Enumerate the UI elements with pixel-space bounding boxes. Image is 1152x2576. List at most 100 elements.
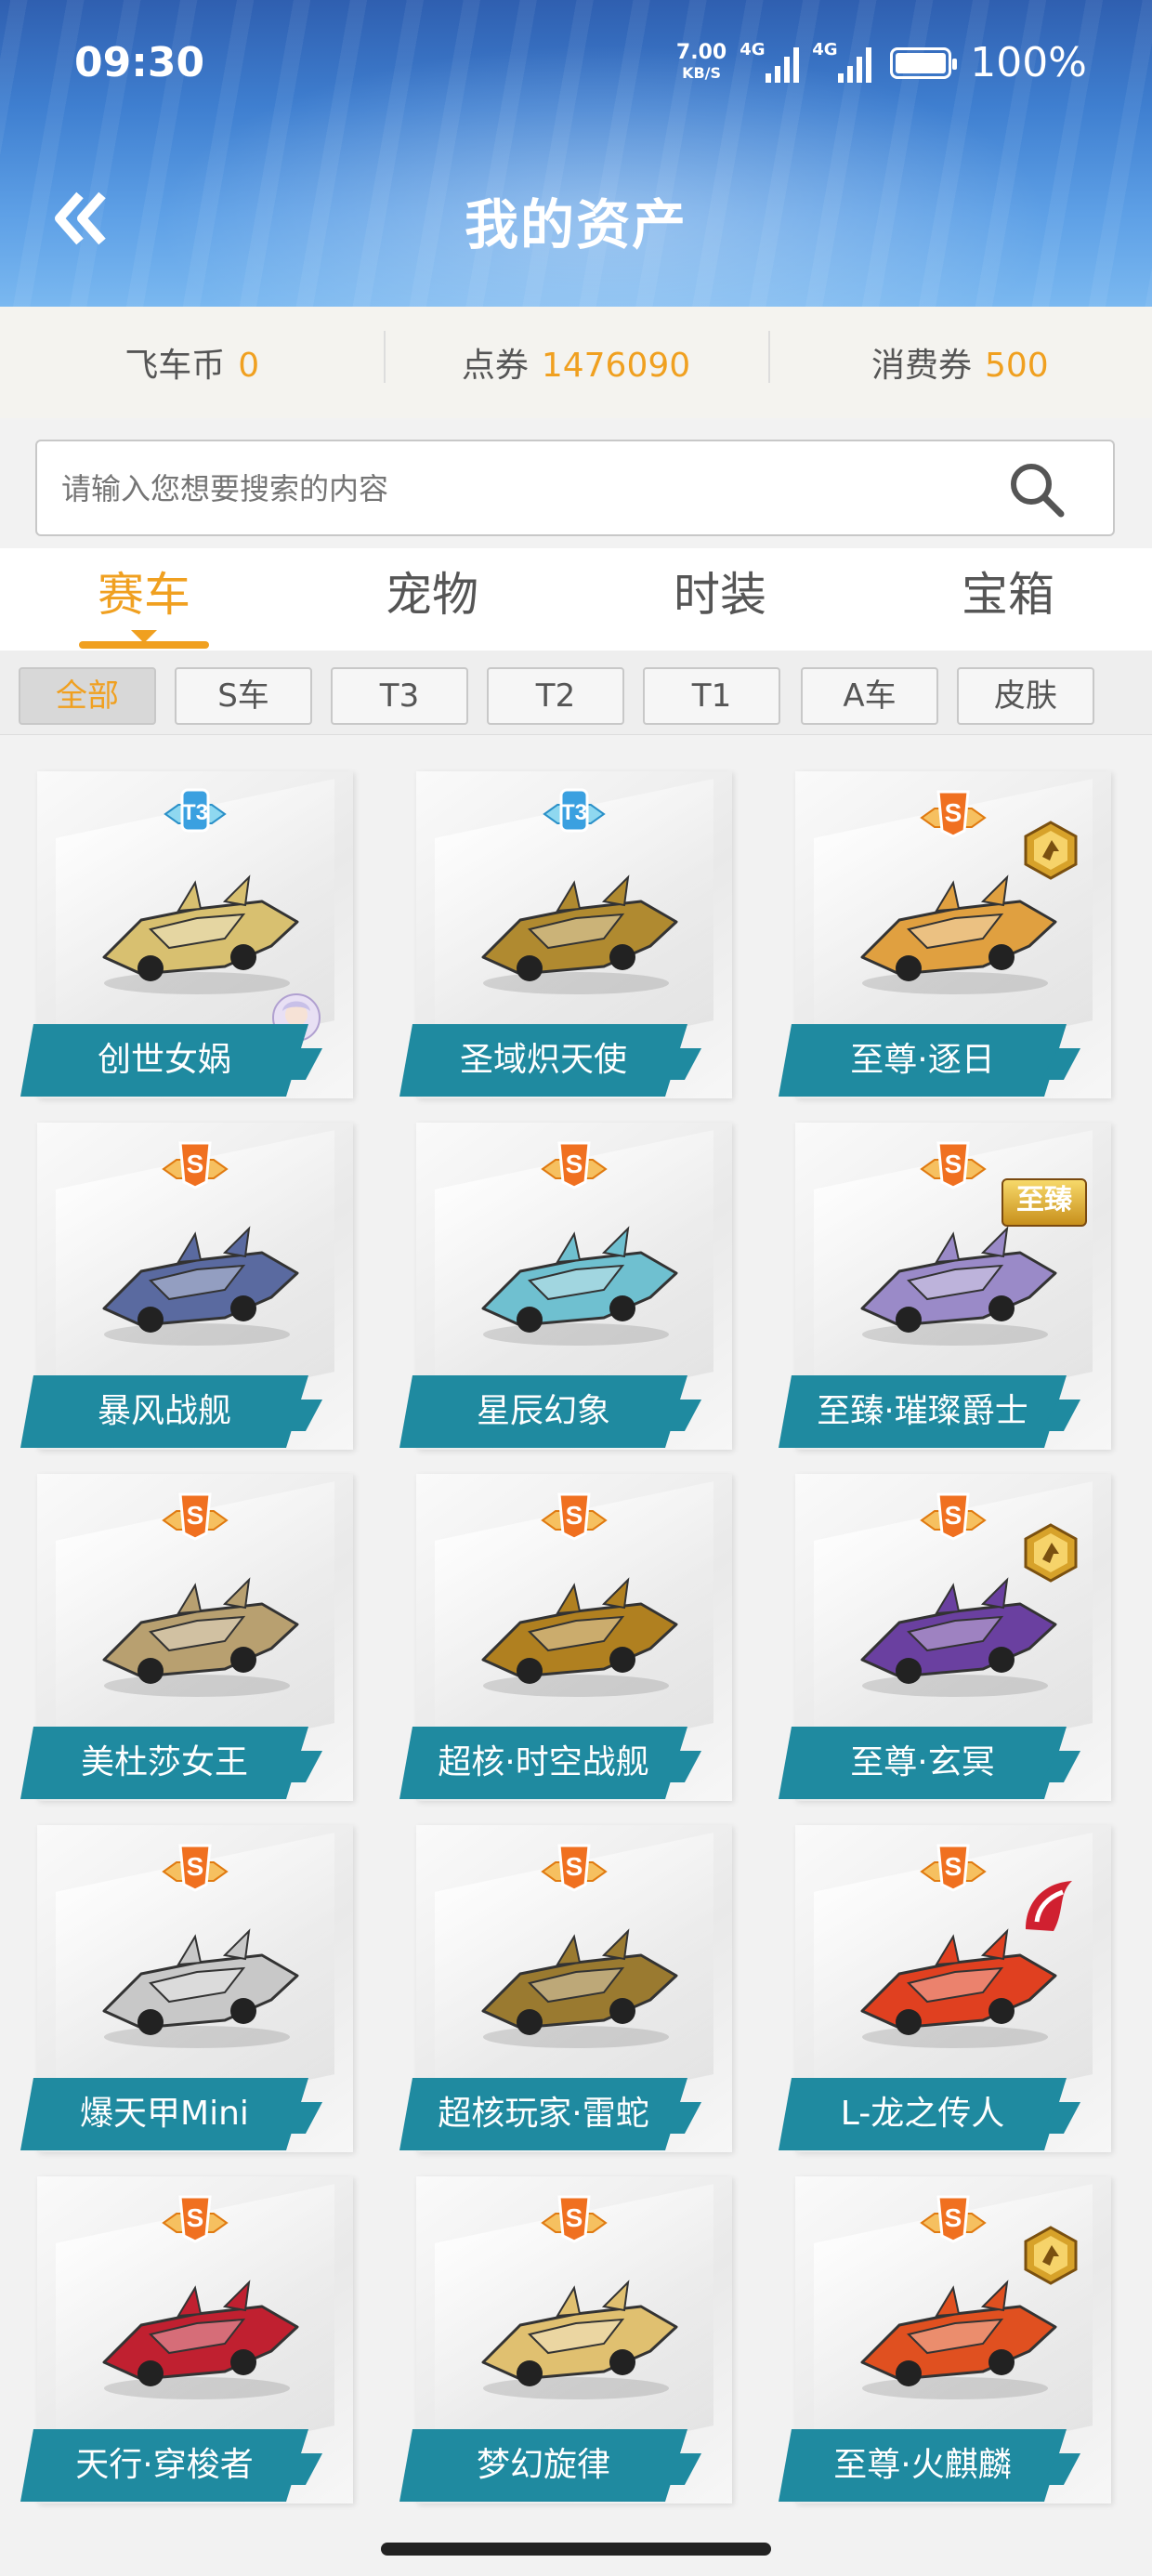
s-grade-icon: S xyxy=(920,1844,987,1892)
currency-bar: 飞车币 0 点券 1476090 消费券 500 xyxy=(0,307,1152,418)
vehicle-card[interactable]: S 超核玩家·雷蛇 xyxy=(399,1825,736,2154)
svg-text:S: S xyxy=(945,1852,962,1881)
svg-text:S: S xyxy=(566,1501,583,1530)
vehicle-card[interactable]: S 至尊·玄冥 xyxy=(779,1474,1115,1803)
currency-dianquan: 点券 1476090 xyxy=(384,331,767,387)
vehicle-name: 超核·时空战舰 xyxy=(399,1727,687,1799)
vehicle-name: 至臻·璀璨爵士 xyxy=(779,1375,1067,1448)
svg-text:T3: T3 xyxy=(182,800,208,825)
currency-feichebi: 飞车币 0 xyxy=(124,347,260,385)
vehicle-card[interactable]: S 至尊·逐日 xyxy=(779,771,1115,1100)
vehicle-image xyxy=(860,1226,1057,1346)
vehicle-name: 梦幻旋律 xyxy=(399,2429,687,2502)
t3-grade-icon: T3 xyxy=(164,788,227,833)
s-grade-icon: S xyxy=(541,1141,608,1189)
vehicle-name: 至尊·火麒麟 xyxy=(779,2429,1067,2502)
svg-text:S: S xyxy=(566,1852,583,1881)
filter-t3[interactable]: T3 xyxy=(331,667,468,725)
s-grade-icon: S xyxy=(162,1844,229,1892)
vehicle-image xyxy=(860,1577,1057,1697)
signal-1-icon: 4G xyxy=(740,40,800,83)
s-grade-icon: S xyxy=(162,1492,229,1541)
vehicle-image xyxy=(481,2280,678,2399)
vehicle-card[interactable]: S 至臻 至臻·璀璨爵士 xyxy=(779,1123,1115,1452)
s-grade-icon: S xyxy=(920,1492,987,1541)
search-input[interactable] xyxy=(59,441,992,536)
vehicle-card[interactable]: T3 圣域炽天使 xyxy=(399,771,736,1100)
filter-t2[interactable]: T2 xyxy=(487,667,624,725)
tab-costume[interactable]: 时装 xyxy=(576,548,864,651)
vehicle-image xyxy=(860,1928,1057,2048)
filter-s-car[interactable]: S车 xyxy=(175,667,312,725)
battery-percent: 100% xyxy=(970,39,1087,86)
vehicle-card[interactable]: S 暴风战舰 xyxy=(20,1123,357,1452)
page-title: 我的资产 xyxy=(464,193,687,256)
s-grade-icon: S xyxy=(541,1492,608,1541)
filter-all[interactable]: 全部 xyxy=(19,667,156,725)
vehicle-name: 圣域炽天使 xyxy=(399,1024,687,1097)
signal-2-icon: 4G xyxy=(812,40,872,83)
search-icon[interactable] xyxy=(1007,460,1067,519)
network-speed: 7.00 KB/S xyxy=(675,40,727,82)
svg-text:S: S xyxy=(187,2203,204,2232)
s-grade-icon: S xyxy=(162,1141,229,1189)
vehicle-card[interactable]: S 至尊·火麒麟 xyxy=(779,2176,1115,2505)
vehicle-name: 创世女娲 xyxy=(20,1024,308,1097)
svg-text:S: S xyxy=(187,1150,204,1178)
vehicle-image xyxy=(102,1928,299,2048)
vehicle-image xyxy=(481,1226,678,1346)
filter-skin[interactable]: 皮肤 xyxy=(957,667,1094,725)
tab-pet[interactable]: 宠物 xyxy=(288,548,576,651)
svg-text:T3: T3 xyxy=(561,800,587,825)
vehicle-card[interactable]: S 超核·时空战舰 xyxy=(399,1474,736,1803)
vehicle-image xyxy=(102,1577,299,1697)
vehicle-name: L-龙之传人 xyxy=(779,2078,1067,2150)
s-grade-icon: S xyxy=(541,1844,608,1892)
vehicle-image xyxy=(102,2280,299,2399)
vehicle-name: 至尊·玄冥 xyxy=(779,1727,1067,1799)
s-grade-icon: S xyxy=(541,2195,608,2243)
vehicle-image xyxy=(102,874,299,994)
vehicle-image xyxy=(481,1577,678,1697)
svg-text:S: S xyxy=(945,1150,962,1178)
vehicle-card[interactable]: S 天行·穿梭者 xyxy=(20,2176,357,2505)
svg-text:S: S xyxy=(187,1852,204,1881)
svg-text:S: S xyxy=(566,1150,583,1178)
svg-text:S: S xyxy=(945,798,962,827)
vehicle-name: 暴风战舰 xyxy=(20,1375,308,1448)
s-grade-icon: S xyxy=(920,790,987,838)
vehicle-card[interactable]: S 爆天甲Mini xyxy=(20,1825,357,2154)
vehicle-name: 至尊·逐日 xyxy=(779,1024,1067,1097)
tab-racecar[interactable]: 赛车 xyxy=(0,548,288,651)
status-time: 09:30 xyxy=(74,39,205,86)
vehicle-image xyxy=(102,1226,299,1346)
vehicle-name: 美杜莎女王 xyxy=(20,1727,308,1799)
vehicle-card[interactable]: S L-龙之传人 xyxy=(779,1825,1115,2154)
svg-text:S: S xyxy=(945,1501,962,1530)
t3-grade-icon: T3 xyxy=(543,788,606,833)
vehicle-card[interactable]: S 梦幻旋律 xyxy=(399,2176,736,2505)
tab-treasure-box[interactable]: 宝箱 xyxy=(864,548,1152,651)
header-banner: 09:30 7.00 KB/S 4G 4G 100% 我的资产 xyxy=(0,0,1152,307)
filter-a-car[interactable]: A车 xyxy=(801,667,938,725)
vehicle-card[interactable]: S 星辰幻象 xyxy=(399,1123,736,1452)
status-bar: 09:30 7.00 KB/S 4G 4G 100% xyxy=(0,39,1152,95)
vehicle-image xyxy=(860,874,1057,994)
vehicle-name: 爆天甲Mini xyxy=(20,2078,308,2150)
filter-t1[interactable]: T1 xyxy=(643,667,780,725)
currency-xiaofeiquan: 消费券 500 xyxy=(767,331,1152,387)
home-indicator[interactable] xyxy=(381,2543,771,2556)
vehicle-name: 星辰幻象 xyxy=(399,1375,687,1448)
s-grade-icon: S xyxy=(162,2195,229,2243)
vehicle-card[interactable]: T3 创世女娲 xyxy=(20,771,357,1100)
vehicle-image xyxy=(481,1928,678,2048)
vehicle-name: 超核玩家·雷蛇 xyxy=(399,2078,687,2150)
vehicle-card[interactable]: S 美杜莎女王 xyxy=(20,1474,357,1803)
filter-bar: 全部 S车 T3 T2 T1 A车 皮肤 xyxy=(0,651,1152,735)
vehicle-image xyxy=(860,2280,1057,2399)
vehicle-image xyxy=(481,874,678,994)
svg-text:S: S xyxy=(566,2203,583,2232)
battery-icon xyxy=(890,46,958,79)
category-tabs: 赛车 宠物 时装 宝箱 xyxy=(0,548,1152,651)
search-bar xyxy=(35,440,1115,536)
